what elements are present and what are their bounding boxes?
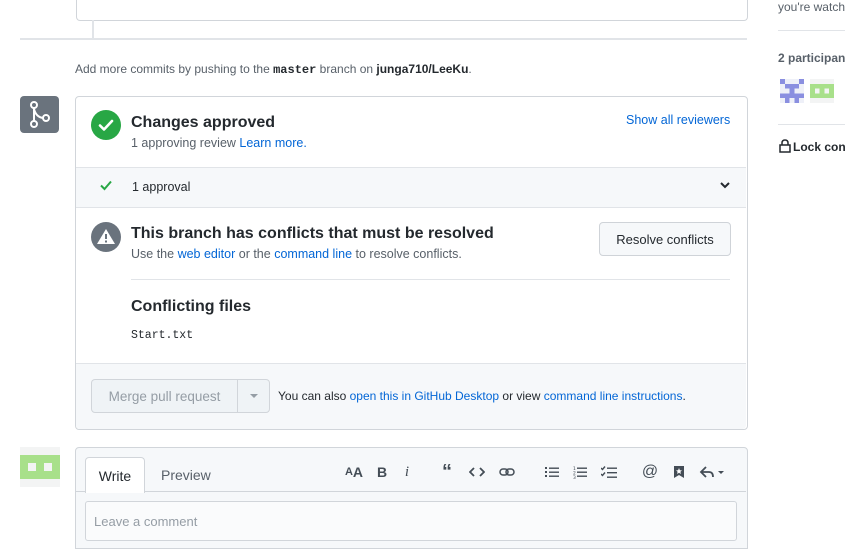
mention-icon[interactable]: @ bbox=[641, 462, 659, 482]
repo-name: junga710/LeeKu bbox=[376, 62, 469, 76]
merge-hint-prefix: You can also bbox=[278, 389, 347, 403]
comment-textarea[interactable] bbox=[85, 501, 737, 541]
merge-hint-middle: or view bbox=[502, 389, 541, 403]
check-circle-icon bbox=[91, 110, 121, 140]
avatar[interactable] bbox=[20, 447, 60, 487]
task-list-icon[interactable] bbox=[599, 462, 619, 482]
divider bbox=[131, 279, 730, 280]
conflict-sub-suffix: to resolve conflicts. bbox=[355, 247, 462, 261]
command-line-instructions-link[interactable]: command line instructions bbox=[544, 389, 683, 403]
learn-more-link[interactable]: Learn more. bbox=[239, 136, 306, 150]
lock-conversation-link[interactable]: Lock conv bbox=[793, 140, 845, 154]
participant-avatar[interactable] bbox=[780, 79, 804, 103]
heading-icon[interactable]: AA bbox=[344, 462, 364, 482]
conflict-subtitle: Use the web editor or the command line t… bbox=[131, 247, 462, 261]
participant-avatar[interactable] bbox=[810, 79, 834, 103]
quote-icon[interactable]: “ bbox=[438, 461, 456, 483]
participants-label: 2 participant bbox=[778, 51, 845, 65]
open-in-desktop-link[interactable]: open this in GitHub Desktop bbox=[350, 389, 499, 403]
reply-icon[interactable] bbox=[699, 462, 727, 482]
approving-count: 1 approving review bbox=[131, 136, 236, 150]
lock-icon bbox=[779, 139, 791, 156]
bold-icon[interactable]: B bbox=[374, 462, 390, 482]
unordered-list-icon[interactable] bbox=[543, 462, 561, 482]
link-icon[interactable] bbox=[497, 462, 517, 482]
commits-hint-middle: branch on bbox=[319, 62, 374, 76]
branch-name: master bbox=[273, 63, 317, 77]
active-tab-indicator bbox=[86, 491, 142, 493]
command-line-link[interactable]: command line bbox=[274, 247, 352, 261]
show-all-reviewers-link[interactable]: Show all reviewers bbox=[626, 113, 730, 127]
conflicting-file: Start.txt bbox=[131, 329, 194, 342]
merge-button-group: Merge pull request bbox=[91, 379, 270, 413]
alert-icon bbox=[91, 222, 121, 252]
check-icon bbox=[99, 178, 113, 195]
sidebar-divider bbox=[778, 30, 845, 31]
tab-divider bbox=[76, 491, 746, 492]
code-icon[interactable] bbox=[468, 462, 486, 482]
italic-icon[interactable]: i bbox=[400, 462, 414, 482]
notifications-status: you're watch bbox=[778, 0, 845, 14]
review-status-subtitle: 1 approving review Learn more. bbox=[131, 136, 307, 150]
chevron-down-icon[interactable] bbox=[718, 178, 732, 195]
merge-hint: You can also open this in GitHub Desktop… bbox=[278, 389, 686, 403]
svg-text:3: 3 bbox=[573, 475, 576, 479]
commits-hint-suffix: . bbox=[468, 62, 472, 76]
web-editor-link[interactable]: web editor bbox=[178, 247, 236, 261]
caret-down-icon[interactable] bbox=[238, 380, 269, 412]
tab-write[interactable]: Write bbox=[85, 457, 145, 493]
sidebar-divider bbox=[778, 124, 845, 125]
git-merge-icon bbox=[20, 96, 59, 133]
commits-hint-prefix: Add more commits by pushing to the bbox=[75, 62, 270, 76]
timeline-line bbox=[92, 20, 94, 38]
merge-pull-request-button[interactable]: Merge pull request bbox=[92, 380, 237, 412]
review-status-title: Changes approved bbox=[131, 114, 276, 131]
merge-hint-suffix: . bbox=[682, 389, 686, 403]
conflict-title: This branch has conflicts that must be r… bbox=[131, 225, 494, 242]
saved-reply-icon[interactable] bbox=[671, 462, 687, 482]
approval-summary: 1 approval bbox=[132, 180, 191, 194]
previous-event-box bbox=[76, 0, 748, 21]
timeline-divider bbox=[20, 38, 747, 40]
conflict-sub-middle: or the bbox=[238, 247, 271, 261]
ordered-list-icon[interactable]: 123 bbox=[571, 462, 589, 482]
resolve-conflicts-button[interactable]: Resolve conflicts bbox=[599, 222, 731, 256]
conflicting-files-heading: Conflicting files bbox=[131, 298, 251, 315]
tab-preview[interactable]: Preview bbox=[161, 467, 211, 483]
commits-hint: Add more commits by pushing to the maste… bbox=[75, 62, 472, 77]
conflict-sub-prefix: Use the bbox=[131, 247, 175, 261]
